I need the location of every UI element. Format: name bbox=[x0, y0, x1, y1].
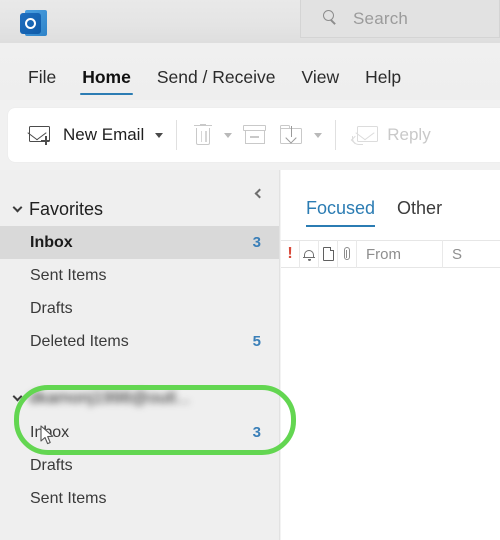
navigation-pane: Favorites Inbox 3 Sent Items Drafts Dele… bbox=[0, 170, 280, 540]
collapse-pane-button[interactable] bbox=[247, 182, 269, 204]
folder-name: Drafts bbox=[30, 299, 73, 317]
title-bar: Search bbox=[0, 0, 500, 43]
ribbon-toolbar: New Email Reply bbox=[0, 100, 500, 170]
sidebar-item-favorites-inbox[interactable]: Inbox 3 bbox=[0, 226, 279, 259]
delete-button[interactable] bbox=[186, 115, 220, 155]
toolbar-divider bbox=[176, 120, 178, 150]
menu-item-help[interactable]: Help bbox=[365, 67, 401, 100]
move-to-folder-button[interactable] bbox=[273, 115, 310, 155]
sidebar-item-favorites-deleted-items[interactable]: Deleted Items 5 bbox=[0, 325, 279, 358]
column-from-label: From bbox=[366, 245, 401, 263]
folder-name: Deleted Items bbox=[30, 332, 129, 350]
folder-count: 5 bbox=[252, 333, 261, 350]
column-attachment[interactable] bbox=[338, 240, 357, 268]
folder-name: Inbox bbox=[30, 233, 73, 251]
message-list-pane: Focused Other ! From S bbox=[281, 170, 500, 540]
move-to-folder-icon bbox=[280, 124, 303, 146]
new-email-button[interactable]: New Email bbox=[22, 115, 151, 155]
outlook-window: Search File Home Send / Receive View Hel… bbox=[0, 0, 500, 540]
tab-focused[interactable]: Focused bbox=[306, 198, 376, 230]
sidebar-item-account-sent-items[interactable]: Sent Items bbox=[0, 482, 279, 515]
reminder-bell-icon bbox=[303, 248, 315, 261]
document-icon bbox=[322, 247, 334, 261]
search-input[interactable]: Search bbox=[353, 9, 408, 29]
folder-name: Sent Items bbox=[30, 266, 107, 284]
attachment-clip-icon bbox=[342, 247, 352, 261]
menu-item-view[interactable]: View bbox=[302, 67, 340, 100]
trash-icon bbox=[193, 123, 213, 147]
archive-button[interactable] bbox=[236, 115, 273, 155]
move-chevron-down-icon[interactable] bbox=[314, 132, 323, 138]
column-reminder[interactable] bbox=[300, 240, 319, 268]
column-subject-label: S bbox=[452, 245, 463, 263]
account-email-label: dkamonj1998@outl... bbox=[29, 388, 190, 407]
column-from[interactable]: From bbox=[357, 240, 443, 268]
message-list-column-headers: ! From S bbox=[281, 240, 500, 268]
mouse-cursor bbox=[40, 425, 56, 452]
new-email-chevron-down-icon[interactable] bbox=[155, 132, 164, 138]
sidebar-item-favorites-sent-items[interactable]: Sent Items bbox=[0, 259, 279, 292]
chevron-left-icon bbox=[254, 188, 265, 198]
importance-icon: ! bbox=[287, 245, 293, 262]
account-header-row[interactable]: dkamonj1998@outl... bbox=[0, 380, 279, 416]
account-chevron-down-icon bbox=[12, 391, 23, 401]
reply-label: Reply bbox=[387, 125, 431, 144]
favorites-label: Favorites bbox=[29, 198, 104, 219]
menu-item-send-receive[interactable]: Send / Receive bbox=[157, 67, 276, 100]
archive-icon bbox=[243, 125, 267, 145]
menu-item-home[interactable]: Home bbox=[80, 67, 133, 100]
outlook-logo-icon bbox=[20, 8, 50, 38]
column-document[interactable] bbox=[319, 240, 338, 268]
folder-name: Drafts bbox=[30, 456, 73, 474]
folder-name: Sent Items bbox=[30, 489, 107, 507]
search-icon bbox=[323, 10, 340, 27]
reply-icon bbox=[351, 125, 379, 146]
column-importance[interactable]: ! bbox=[281, 240, 300, 268]
ribbon-card: New Email Reply bbox=[8, 108, 500, 162]
search-box[interactable]: Search bbox=[300, 0, 500, 38]
new-email-label: New Email bbox=[63, 125, 145, 144]
tab-other[interactable]: Other bbox=[397, 198, 442, 230]
folder-count: 3 bbox=[252, 234, 261, 251]
new-email-icon bbox=[26, 125, 55, 146]
favorites-chevron-down-icon bbox=[12, 202, 23, 212]
reply-button[interactable]: Reply bbox=[345, 115, 437, 155]
column-subject[interactable]: S bbox=[443, 240, 500, 268]
menu-bar: File Home Send / Receive View Help bbox=[0, 43, 500, 100]
focused-other-tabs: Focused Other bbox=[281, 198, 442, 230]
favorites-header[interactable]: Favorites bbox=[0, 192, 279, 226]
sidebar-item-favorites-drafts[interactable]: Drafts bbox=[0, 292, 279, 325]
toolbar-divider-2 bbox=[335, 120, 337, 150]
sidebar-item-account-drafts[interactable]: Drafts bbox=[0, 449, 279, 482]
folder-count: 3 bbox=[252, 424, 261, 441]
delete-chevron-down-icon[interactable] bbox=[224, 132, 233, 138]
menu-item-file[interactable]: File bbox=[28, 67, 56, 100]
